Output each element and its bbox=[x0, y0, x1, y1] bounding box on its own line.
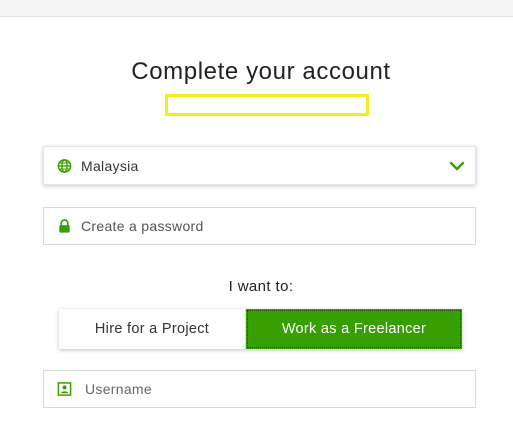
role-toggle: Hire for a Project Work as a Freelancer bbox=[59, 309, 462, 349]
country-select[interactable]: Malaysia bbox=[43, 146, 476, 185]
username-field[interactable]: Username bbox=[43, 370, 476, 408]
hire-option-button[interactable]: Hire for a Project bbox=[59, 309, 246, 349]
role-label: I want to: bbox=[228, 278, 294, 295]
top-strip bbox=[0, 0, 513, 17]
id-card-icon bbox=[57, 382, 72, 396]
lock-icon bbox=[59, 219, 70, 233]
highlight-box bbox=[165, 94, 369, 116]
username-placeholder: Username bbox=[85, 381, 152, 397]
freelancer-option-button[interactable]: Work as a Freelancer bbox=[246, 309, 462, 349]
signup-page: Complete your account Malaysia Create a … bbox=[0, 0, 513, 427]
password-field[interactable]: Create a password bbox=[43, 207, 476, 245]
password-placeholder: Create a password bbox=[81, 218, 204, 234]
page-title: Complete your account bbox=[131, 58, 391, 85]
chevron-down-icon bbox=[449, 161, 465, 170]
country-value: Malaysia bbox=[81, 157, 139, 174]
globe-icon bbox=[57, 158, 72, 173]
